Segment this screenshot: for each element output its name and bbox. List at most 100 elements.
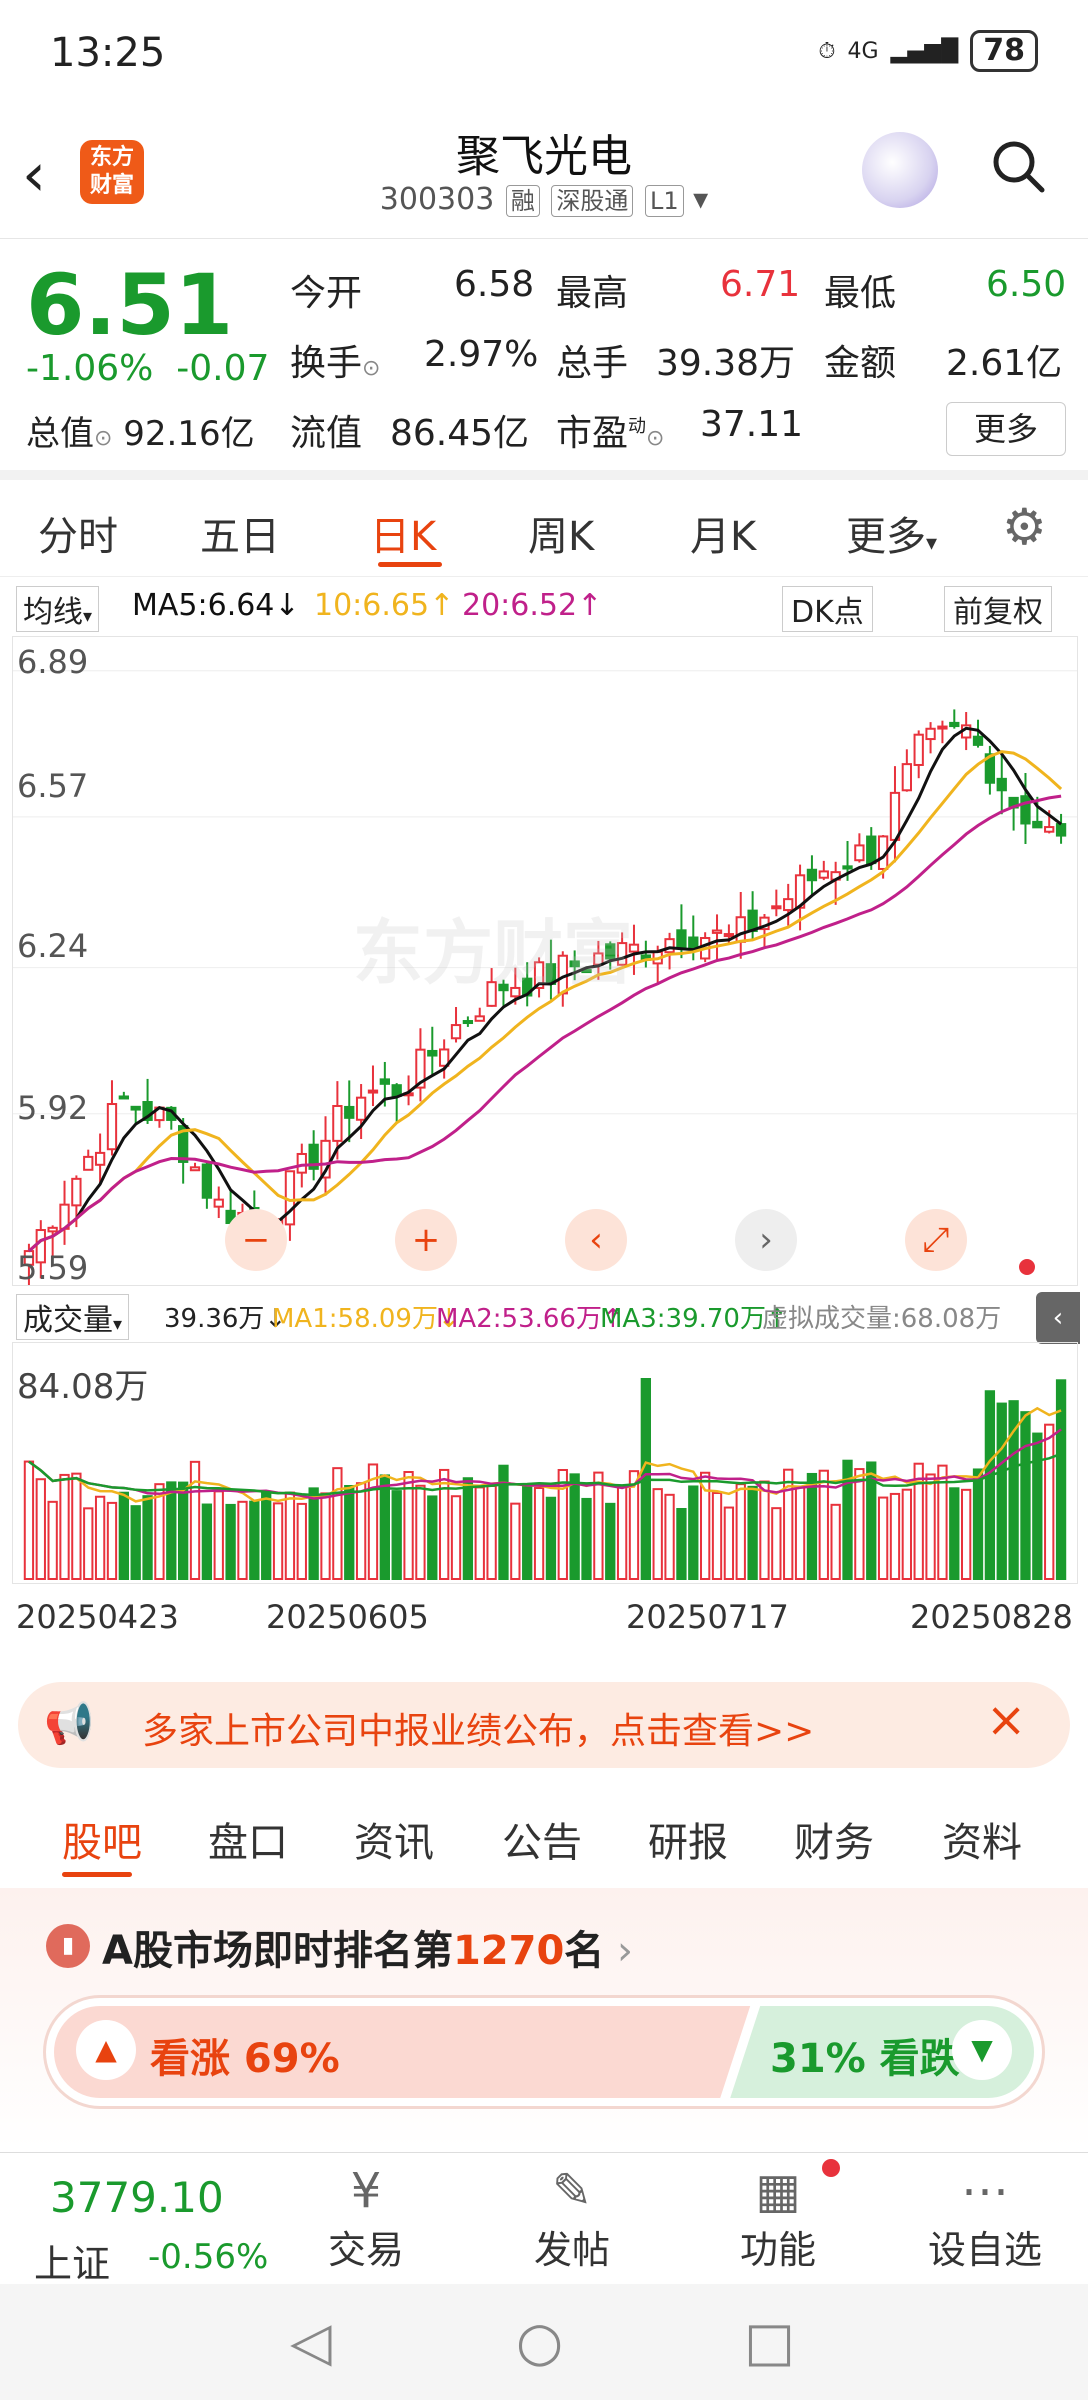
ma5-value: MA5:6.64↓ bbox=[132, 588, 300, 623]
yen-icon: ¥ bbox=[350, 2163, 382, 2219]
candle-body bbox=[711, 929, 723, 934]
virtual-volume: 虚拟成交量:68.08万 bbox=[762, 1304, 1002, 1334]
volume-bar bbox=[83, 1507, 94, 1581]
volume-bar bbox=[759, 1480, 770, 1581]
volume-now: 39.36万↓ bbox=[164, 1304, 287, 1334]
volume-bar bbox=[415, 1484, 426, 1580]
collapse-icon[interactable]: ‹ bbox=[1036, 1292, 1080, 1344]
volume-chart[interactable]: 84.08万 bbox=[12, 1342, 1078, 1584]
volume-svg bbox=[23, 1378, 1067, 1581]
indicator-select[interactable]: 均线▾ bbox=[16, 586, 100, 632]
volume-bar bbox=[379, 1474, 390, 1580]
post-button[interactable]: ✎ 发帖 bbox=[522, 2163, 622, 2274]
bullish-button[interactable]: ▲ bbox=[76, 2020, 136, 2080]
volume-bar bbox=[237, 1500, 248, 1580]
index-name[interactable]: 上证 bbox=[34, 2233, 110, 2288]
tab-5day[interactable]: 五日 bbox=[200, 504, 280, 562]
date-tick: 20250605 bbox=[266, 1598, 429, 1636]
volume-bar bbox=[723, 1506, 735, 1580]
close-icon[interactable]: × bbox=[986, 1692, 1026, 1748]
tab-pankou[interactable]: 盘口 bbox=[208, 1810, 288, 1868]
quote-panel: 6.51 -1.06% -0.07 总值⊙ 92.16亿 今开 6.58 最高 … bbox=[0, 238, 1088, 470]
assistant-avatar[interactable] bbox=[862, 132, 938, 208]
index-value[interactable]: 3779.10 bbox=[50, 2173, 224, 2222]
more-button[interactable]: 更多 bbox=[946, 402, 1066, 456]
add-watchlist-label: 设自选 bbox=[927, 2228, 1042, 2272]
vol-ma3-text: MA3:39.70万 bbox=[600, 1304, 766, 1334]
candle-body bbox=[296, 1152, 307, 1174]
promo-banner[interactable]: 📢 多家上市公司中报业绩公布，点击查看>> × bbox=[18, 1682, 1070, 1768]
candle-body bbox=[344, 1105, 355, 1119]
chevron-down-icon: ▾ bbox=[926, 531, 938, 556]
volume-bar bbox=[142, 1495, 153, 1580]
chart-icon: ▮ bbox=[46, 1924, 90, 1968]
chevron-down-icon: ▾ bbox=[83, 606, 93, 627]
banner-text: 多家上市公司中报业绩公布，点击查看>> bbox=[142, 1711, 815, 1752]
status-bar: 13:25 ⏱ 4G ▂▄▆█ 78 bbox=[0, 0, 1088, 110]
scroll-right-icon[interactable]: › bbox=[735, 1209, 797, 1271]
candle-body bbox=[913, 733, 924, 766]
tag-level: L1 bbox=[644, 185, 684, 217]
volume-bar bbox=[593, 1471, 604, 1580]
tab-announcement[interactable]: 公告 bbox=[502, 1810, 582, 1868]
volume-bar bbox=[545, 1496, 557, 1580]
features-button[interactable]: ▦ 功能 bbox=[728, 2163, 828, 2274]
dropdown-icon[interactable]: ▾ bbox=[693, 182, 708, 217]
info-icon[interactable]: ⊙ bbox=[94, 426, 112, 451]
tab-finance[interactable]: 财务 bbox=[794, 1810, 874, 1868]
volume-bar bbox=[794, 1486, 806, 1580]
add-watchlist-button[interactable]: ⋯ 设自选 bbox=[920, 2163, 1050, 2274]
volume-bar bbox=[308, 1487, 319, 1580]
tab-monthly-k[interactable]: 月K bbox=[690, 504, 756, 562]
scroll-left-icon[interactable]: ‹ bbox=[565, 1209, 627, 1271]
y-tick: 6.57 bbox=[17, 767, 89, 805]
kline-chart[interactable]: 6.89 6.57 6.24 5.92 5.59 东方财富 − + ‹ › ⤢ bbox=[12, 636, 1078, 1291]
tab-more[interactable]: 更多▾ bbox=[846, 504, 937, 562]
dk-button[interactable]: DK点 bbox=[782, 586, 873, 632]
bearish-button[interactable]: ▼ bbox=[952, 2020, 1012, 2080]
zoom-in-icon[interactable]: + bbox=[395, 1209, 457, 1271]
fullscreen-icon[interactable]: ⤢ bbox=[905, 1209, 967, 1271]
candle-body bbox=[854, 844, 865, 862]
tab-weekly-k[interactable]: 周K bbox=[528, 504, 594, 562]
tab-daily-k[interactable]: 日K bbox=[370, 504, 436, 562]
rank-text[interactable]: A股市场即时排名第1270名 › bbox=[102, 1918, 633, 1976]
search-icon[interactable] bbox=[990, 138, 1046, 194]
volume-bar bbox=[996, 1402, 1007, 1581]
tab-profile[interactable]: 资料 bbox=[942, 1810, 1022, 1868]
period-tabs: 分时 五日 日K 周K 月K 更多▾ ⚙ bbox=[0, 482, 1088, 577]
candle-body bbox=[379, 1078, 390, 1085]
volume-bar bbox=[154, 1483, 165, 1580]
ma10-text: 10:6.65 bbox=[314, 588, 430, 623]
index-change: -0.56% bbox=[148, 2237, 269, 2277]
tab-intraday[interactable]: 分时 bbox=[38, 504, 118, 562]
info-icon[interactable]: ⊙ bbox=[646, 426, 664, 451]
volume-bar bbox=[296, 1502, 307, 1580]
volume-bar bbox=[94, 1495, 106, 1581]
tab-guba[interactable]: 股吧 bbox=[62, 1810, 142, 1868]
nav-back-icon[interactable]: ◁ bbox=[290, 2310, 332, 2373]
volume-bar bbox=[854, 1468, 865, 1580]
settings-gear-icon[interactable]: ⚙ bbox=[1002, 498, 1047, 556]
chevron-down-icon: ▾ bbox=[113, 1314, 123, 1335]
date-tick: 20250423 bbox=[16, 1598, 179, 1636]
tab-news[interactable]: 资讯 bbox=[354, 1810, 434, 1868]
trade-button[interactable]: ¥ 交易 bbox=[316, 2163, 416, 2274]
rank-prefix: A股市场即时排名第 bbox=[102, 1928, 453, 1974]
nav-recent-icon[interactable]: □ bbox=[744, 2310, 795, 2373]
ma10-value: 10:6.65↑ bbox=[314, 588, 455, 623]
signal-icon: ▂▄▆█ bbox=[890, 38, 959, 64]
candle-body bbox=[771, 905, 782, 910]
adjust-button[interactable]: 前复权 bbox=[944, 586, 1052, 632]
candle-body bbox=[189, 1166, 201, 1172]
open-value: 6.58 bbox=[454, 264, 535, 305]
zoom-out-icon[interactable]: − bbox=[225, 1209, 287, 1271]
volume-select[interactable]: 成交量▾ bbox=[16, 1294, 130, 1340]
info-icon[interactable]: ⊙ bbox=[362, 356, 380, 381]
volume-bar bbox=[664, 1493, 675, 1580]
candle-body bbox=[676, 929, 687, 949]
tab-research[interactable]: 研报 bbox=[648, 1810, 728, 1868]
candle-body bbox=[901, 763, 912, 792]
nav-home-icon[interactable]: ○ bbox=[516, 2310, 563, 2373]
mcap-value: 92.16亿 bbox=[123, 414, 255, 454]
